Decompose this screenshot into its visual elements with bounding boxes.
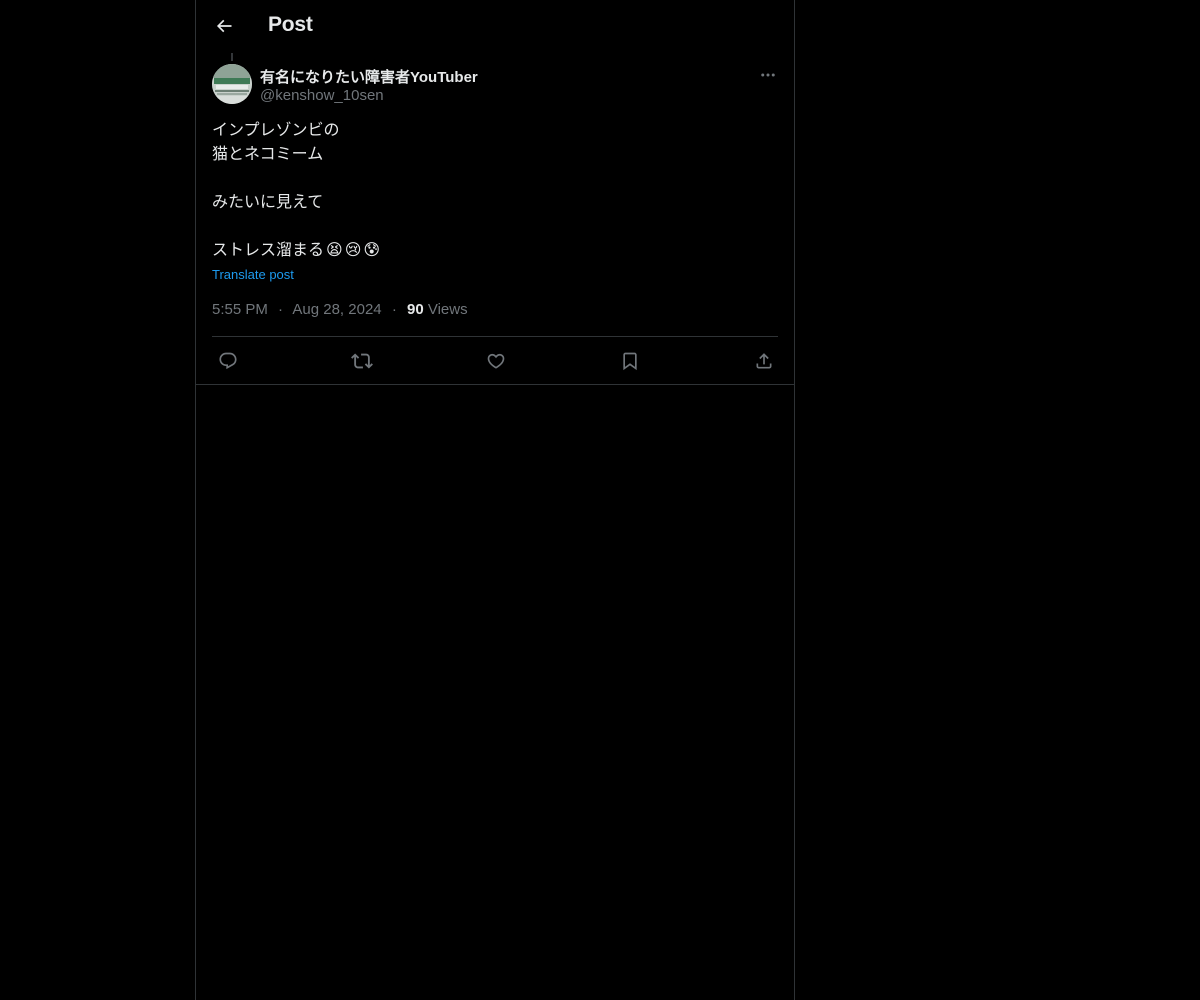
header: Post	[196, 0, 794, 53]
views-label: Views	[427, 301, 468, 318]
post-text: インプレゾンビの 猫とネコミーム みたいに見えて ストレス溜まる 😫 😢 😰	[212, 119, 772, 263]
post-time[interactable]: 5:55 PM	[212, 301, 268, 318]
back-button[interactable]	[208, 10, 240, 42]
bookmark-button[interactable]	[618, 349, 642, 373]
author-handle[interactable]: @kenshow_10sen	[260, 87, 384, 104]
separator: ·	[278, 301, 284, 318]
post-column: Post 有名になりたい障害者YouTuber @kenshow_10sen イ…	[195, 0, 795, 1000]
author-display-name[interactable]: 有名になりたい障害者YouTuber	[260, 66, 478, 87]
thread-line	[231, 53, 233, 61]
post-text-line: インプレゾンビの	[212, 122, 340, 139]
repost-button[interactable]	[350, 349, 374, 373]
share-icon	[756, 353, 772, 369]
more-horizontal-icon	[761, 73, 775, 77]
heart-icon	[487, 353, 505, 369]
bookmark-icon	[623, 352, 637, 371]
separator: ·	[391, 301, 397, 318]
bottom-divider	[196, 384, 794, 385]
divider	[212, 336, 778, 337]
post-text-line	[212, 215, 772, 239]
post-text-line-content: ストレス溜まる	[212, 242, 325, 259]
share-button[interactable]	[752, 349, 776, 373]
views-count: 90	[406, 301, 424, 318]
page-title: Post	[268, 13, 313, 36]
crying-face-emoji: 😢	[344, 242, 362, 259]
anxious-sweat-face-emoji: 😰	[363, 242, 381, 259]
post-text-line-last: ストレス溜まる 😫 😢 😰	[212, 239, 772, 263]
post-text-line	[212, 167, 772, 191]
post-date[interactable]: Aug 28, 2024	[292, 301, 381, 318]
action-bar	[196, 345, 794, 375]
reply-button[interactable]	[216, 349, 240, 373]
arrow-left-icon	[216, 19, 232, 33]
like-button[interactable]	[484, 349, 508, 373]
reply-icon	[219, 352, 237, 370]
translate-post-link[interactable]: Translate post	[212, 267, 294, 282]
more-options-button[interactable]	[756, 64, 780, 86]
repost-icon	[351, 353, 373, 369]
avatar[interactable]	[212, 64, 252, 104]
post-meta: 5:55 PM · Aug 28, 2024 · 90 Views	[212, 301, 468, 318]
post-text-line: 猫とネコミーム	[212, 146, 324, 163]
tired-face-emoji: 😫	[326, 242, 343, 259]
post-text-line: みたいに見えて	[212, 194, 324, 211]
